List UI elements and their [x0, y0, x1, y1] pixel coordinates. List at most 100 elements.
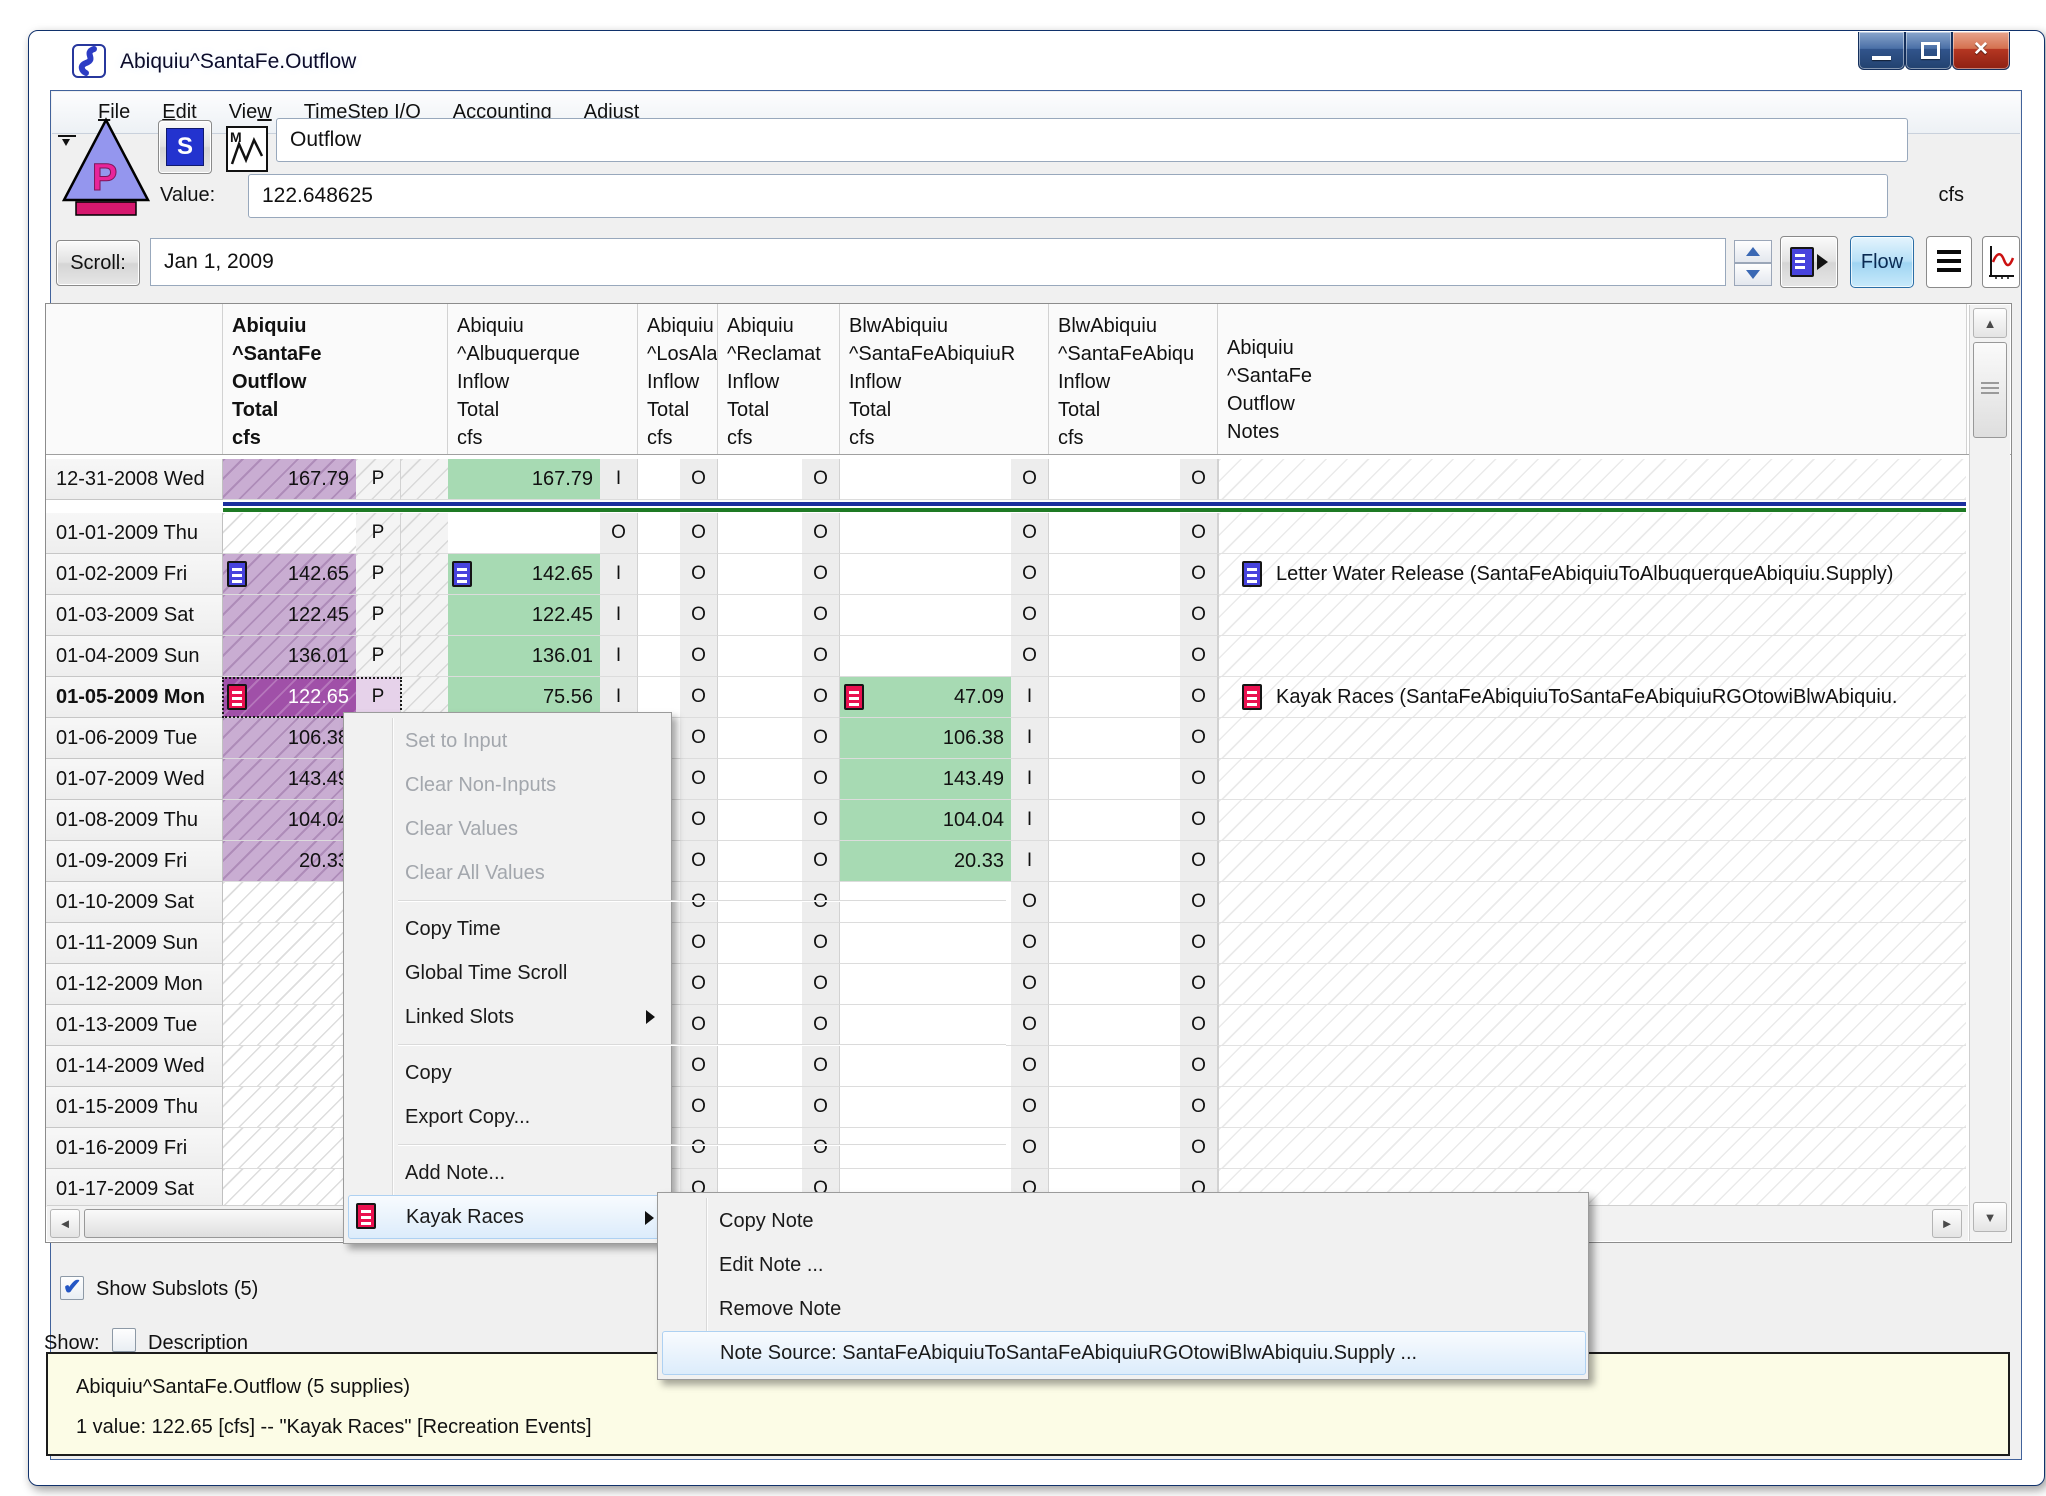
notes-cell[interactable] [1218, 923, 1966, 964]
value-cell-col6[interactable] [1049, 1005, 1180, 1046]
value-cell-col6[interactable] [1049, 1046, 1180, 1087]
flag-cell-col5[interactable]: O [1011, 1046, 1049, 1087]
value-cell-col5[interactable] [840, 595, 1011, 636]
row-date[interactable]: 01-10-2009 Sat [46, 882, 223, 923]
column-header-date[interactable] [46, 304, 223, 454]
flag-cell-col6[interactable]: O [1180, 1128, 1218, 1169]
flag-cell-col6[interactable]: O [1180, 759, 1218, 800]
flag-cell-col4[interactable]: O [802, 1087, 840, 1128]
row-date[interactable]: 01-02-2009 Fri [46, 554, 223, 595]
flag-cell-col2[interactable]: I [600, 554, 638, 595]
value-cell-col1[interactable]: 106.38 [223, 718, 356, 759]
notes-cell[interactable] [1218, 1087, 1966, 1128]
value-cell-col5[interactable] [840, 459, 1011, 500]
row-date[interactable]: 01-06-2009 Tue [46, 718, 223, 759]
flag-cell-col5[interactable]: O [1011, 1005, 1049, 1046]
timestep-date-field[interactable]: Jan 1, 2009 [150, 238, 1726, 286]
flag-cell-col1[interactable]: P [356, 636, 401, 677]
value-cell-col6[interactable] [1049, 513, 1180, 554]
value-cell-col3[interactable] [638, 459, 680, 500]
value-cell-col5[interactable] [840, 923, 1011, 964]
note-submenu-item-remove-note[interactable]: Remove Note [662, 1287, 1586, 1331]
notes-cell[interactable] [1218, 882, 1966, 923]
hscroll-right-button[interactable]: ► [1932, 1209, 1962, 1238]
flag-cell-col6[interactable]: O [1180, 800, 1218, 841]
row-date[interactable]: 01-13-2009 Tue [46, 1005, 223, 1046]
flag-cell-col5[interactable]: O [1011, 595, 1049, 636]
value-cell-col2[interactable] [448, 513, 600, 554]
value-cell-col5[interactable] [840, 882, 1011, 923]
note-submenu-item-edit-note[interactable]: Edit Note ... [662, 1243, 1586, 1287]
value-cell-col6[interactable] [1049, 841, 1180, 882]
value-cell-col4[interactable] [718, 718, 802, 759]
context-menu-item-global-time-scroll[interactable]: Global Time Scroll [348, 951, 669, 995]
value-cell-col1[interactable] [223, 1087, 356, 1128]
notes-cell[interactable] [1218, 964, 1966, 1005]
value-cell-col4[interactable] [718, 1128, 802, 1169]
value-cell-col6[interactable] [1049, 636, 1180, 677]
value-cell-col2[interactable]: 122.45 [448, 595, 600, 636]
row-date[interactable]: 01-01-2009 Thu [46, 513, 223, 554]
value-cell-col1[interactable]: 122.45 [223, 595, 356, 636]
flag-cell-col3[interactable]: O [680, 1128, 718, 1169]
note-submenu-item-note-source-santafeabiquiut[interactable]: Note Source: SantaFeAbiquiuToSantaFeAbiq… [662, 1331, 1586, 1375]
value-cell-col5[interactable]: 106.38 [840, 718, 1011, 759]
flag-cell-col3[interactable]: O [680, 513, 718, 554]
row-date[interactable]: 01-17-2009 Sat [46, 1169, 223, 1207]
flag-cell-col1[interactable]: P [356, 513, 401, 554]
value-cell-col5[interactable] [840, 513, 1011, 554]
flag-cell-col4[interactable]: O [802, 595, 840, 636]
flag-cell-col4[interactable]: O [802, 964, 840, 1005]
value-cell-col4[interactable] [718, 1087, 802, 1128]
flag-cell-col3[interactable]: O [680, 1087, 718, 1128]
flag-cell-col5[interactable]: I [1011, 759, 1049, 800]
value-cell-col5[interactable] [840, 1087, 1011, 1128]
flag-cell-col6[interactable]: O [1180, 595, 1218, 636]
row-date[interactable]: 01-16-2009 Fri [46, 1128, 223, 1169]
value-cell-col4[interactable] [718, 595, 802, 636]
value-cell-col6[interactable] [1049, 759, 1180, 800]
date-spinner[interactable] [1734, 240, 1772, 286]
flag-cell-col4[interactable]: O [802, 459, 840, 500]
flag-cell-col2[interactable]: I [600, 595, 638, 636]
row-date[interactable]: 01-12-2009 Mon [46, 964, 223, 1005]
flag-cell-col6[interactable]: O [1180, 718, 1218, 759]
value-cell-col3[interactable] [638, 636, 680, 677]
value-cell-col3[interactable] [638, 554, 680, 595]
column-header-abiquiu-santafe[interactable]: Abiquiu ^SantaFe Outflow Total cfs [223, 304, 448, 454]
spinner-down-button[interactable] [1734, 263, 1772, 286]
notes-cell[interactable] [1218, 1128, 1966, 1169]
flag-cell-col6[interactable]: O [1180, 1046, 1218, 1087]
flag-cell-col3[interactable]: O [680, 718, 718, 759]
flag-cell-col5[interactable]: O [1011, 459, 1049, 500]
row-date[interactable]: 01-03-2009 Sat [46, 595, 223, 636]
value-cell-col1[interactable]: 104.04 [223, 800, 356, 841]
flag-cell-col3[interactable]: O [680, 964, 718, 1005]
row-date[interactable]: 01-11-2009 Sun [46, 923, 223, 964]
value-cell-col1[interactable]: 20.33 [223, 841, 356, 882]
description-checkbox[interactable] [112, 1328, 136, 1352]
value-cell-col2[interactable]: 136.01 [448, 636, 600, 677]
value-cell-col6[interactable] [1049, 1087, 1180, 1128]
value-cell-col1[interactable]: 143.49 [223, 759, 356, 800]
flag-cell-col6[interactable]: O [1180, 964, 1218, 1005]
flag-cell-col2[interactable]: I [600, 636, 638, 677]
flag-cell-col1[interactable]: P [356, 595, 401, 636]
flag-cell-col6[interactable]: O [1180, 459, 1218, 500]
column-header-abiquiu-santafe[interactable]: Abiquiu ^SantaFe Outflow Notes [1218, 304, 1967, 454]
flag-cell-col6[interactable]: O [1180, 513, 1218, 554]
flag-cell-col5[interactable]: O [1011, 554, 1049, 595]
vscroll-up-button[interactable]: ▲ [1973, 308, 2007, 338]
flag-cell-col5[interactable]: I [1011, 718, 1049, 759]
slot-name-field[interactable]: Outflow [276, 118, 1908, 162]
flag-cell-col4[interactable]: O [802, 554, 840, 595]
value-cell-col1[interactable] [223, 1169, 356, 1207]
column-header-blwabiquiu-santafeabiqu[interactable]: BlwAbiquiu ^SantaFeAbiqu Inflow Total cf… [1049, 304, 1218, 454]
maximize-button[interactable] [1905, 32, 1952, 70]
value-cell-col4[interactable] [718, 1046, 802, 1087]
value-cell-col1[interactable] [223, 923, 356, 964]
value-cell-col3[interactable] [638, 595, 680, 636]
flag-cell-col6[interactable]: O [1180, 1005, 1218, 1046]
hscroll-left-button[interactable]: ◄ [50, 1209, 80, 1238]
column-header-abiquiu-albuquerque[interactable]: Abiquiu ^Albuquerque Inflow Total cfs [448, 304, 638, 454]
